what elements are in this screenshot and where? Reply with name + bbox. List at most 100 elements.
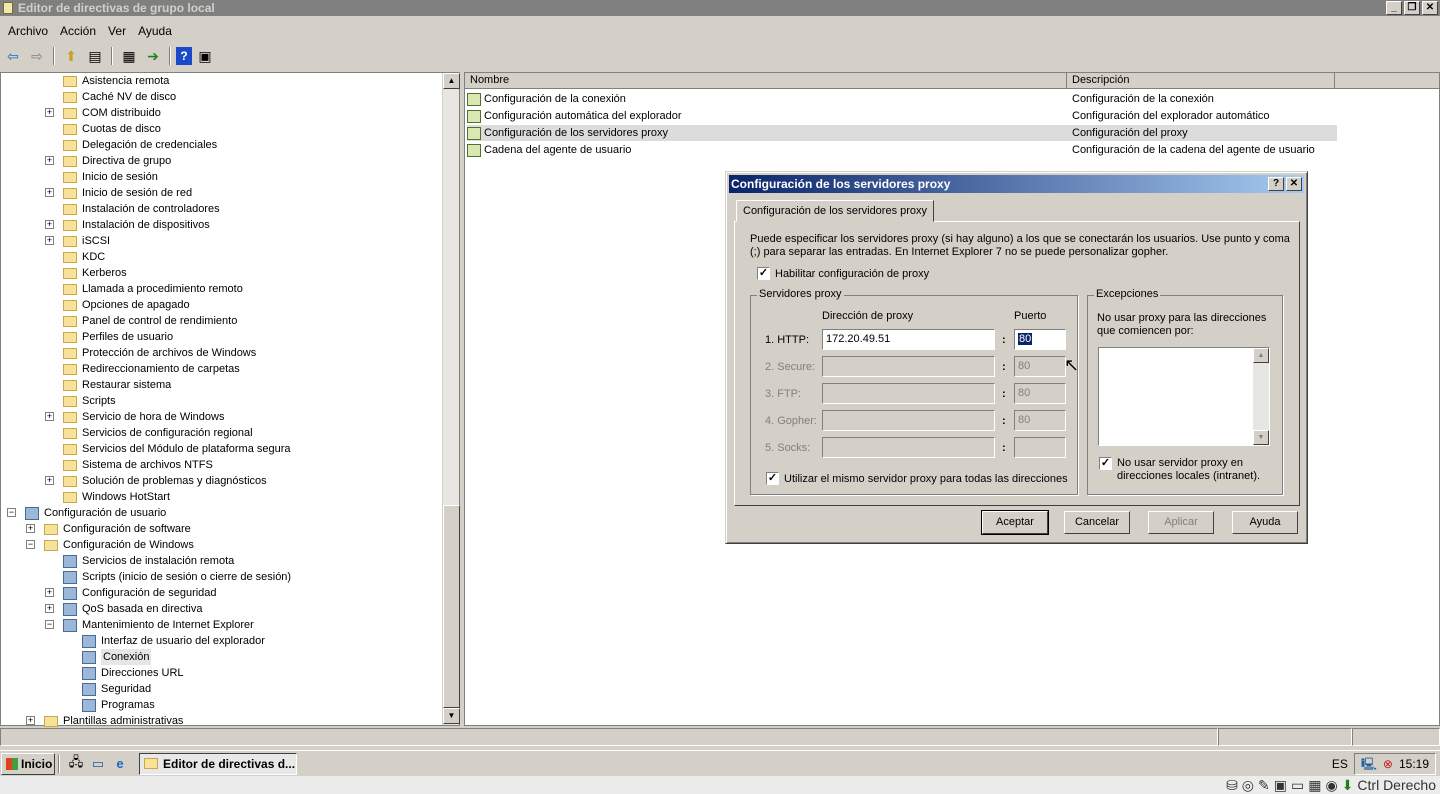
connection-error-tray-icon[interactable]: ⊗	[1383, 754, 1393, 774]
expand-icon[interactable]: +	[45, 476, 54, 485]
show-hide-tree-icon[interactable]: ▤	[84, 46, 106, 66]
collapse-icon[interactable]: −	[7, 508, 16, 517]
network-tray-icon[interactable]: 🖳	[1361, 754, 1377, 774]
proxy-port-field[interactable]: 80	[1014, 356, 1066, 377]
proxy-address-field[interactable]	[822, 410, 995, 431]
tree-item[interactable]: Inicio de sesión de red	[63, 185, 192, 201]
expand-icon[interactable]: +	[45, 412, 54, 421]
expand-icon[interactable]: +	[45, 156, 54, 165]
menu-ayuda[interactable]: Ayuda	[132, 24, 178, 38]
tab-proxy-settings[interactable]: Configuración de los servidores proxy	[736, 200, 935, 222]
start-button[interactable]: Inicio	[1, 752, 55, 775]
tree-item[interactable]: Servicios de configuración regional	[63, 425, 253, 441]
tree-item[interactable]: Servicios de instalación remota	[63, 553, 234, 569]
tree-item[interactable]: Configuración de Windows	[44, 537, 194, 553]
tree-item[interactable]: Scripts	[63, 393, 116, 409]
tree-scrollbar[interactable]: ▲ ▼	[442, 73, 460, 725]
expand-icon[interactable]: +	[45, 604, 54, 613]
network-icon[interactable]: ▦	[1308, 777, 1321, 794]
cancel-button[interactable]: Cancelar	[1064, 511, 1130, 534]
tree-item[interactable]: Instalación de controladores	[63, 201, 220, 217]
scroll-down-arrow[interactable]: ▼	[443, 708, 460, 724]
hdd-icon[interactable]: ⛁	[1226, 777, 1238, 794]
tree-item[interactable]: COM distribuido	[63, 105, 161, 121]
back-arrow-icon[interactable]: ⇦	[2, 46, 24, 66]
tree-item[interactable]: Inicio de sesión	[63, 169, 158, 185]
tree-item[interactable]: Servicios del Módulo de plataforma segur…	[63, 441, 291, 457]
list-row[interactable]: Configuración automática del explorador C…	[467, 108, 1337, 124]
tree-item[interactable]: Seguridad	[82, 681, 151, 697]
proxy-port-field[interactable]: 80	[1014, 383, 1066, 404]
tree-item[interactable]: Directiva de grupo	[63, 153, 171, 169]
list-row[interactable]: Cadena del agente de usuario Configuració…	[467, 142, 1337, 158]
proxy-address-field[interactable]	[822, 356, 995, 377]
tree-item[interactable]: Sistema de archivos NTFS	[63, 457, 213, 473]
tree-item[interactable]: Windows HotStart	[63, 489, 170, 505]
tree-item[interactable]: Configuración de software	[44, 521, 191, 537]
tree-item[interactable]: Mantenimiento de Internet Explorer	[63, 617, 254, 633]
tree-item[interactable]: KDC	[63, 249, 105, 265]
forward-arrow-icon[interactable]: ⇨	[26, 46, 48, 66]
proxy-address-field[interactable]	[822, 437, 995, 458]
exceptions-scroll-up[interactable]: ▲	[1253, 348, 1269, 363]
expand-icon[interactable]: +	[45, 108, 54, 117]
minimize-button[interactable]: _	[1386, 1, 1402, 15]
menu-ver[interactable]: Ver	[102, 24, 132, 38]
apply-button[interactable]: Aplicar	[1148, 511, 1214, 534]
collapse-icon[interactable]: −	[45, 620, 54, 629]
shared-folder-icon[interactable]: ▣	[1274, 777, 1287, 794]
tree-item[interactable]: Llamada a procedimiento remoto	[63, 281, 243, 297]
tree-item[interactable]: Conexión	[82, 649, 152, 665]
tree-item[interactable]: QoS basada en directiva	[63, 601, 202, 617]
column-header-description[interactable]: Descripción	[1067, 73, 1335, 89]
help-icon[interactable]: ?	[176, 47, 192, 65]
menu-archivo[interactable]: Archivo	[2, 24, 54, 38]
collapse-icon[interactable]: −	[26, 540, 35, 549]
tree-item[interactable]: Direcciones URL	[82, 665, 184, 681]
tree-item[interactable]: Restaurar sistema	[63, 377, 171, 393]
language-indicator[interactable]: ES	[1332, 757, 1348, 771]
dialog-close-button[interactable]: ✕	[1286, 177, 1302, 191]
close-button[interactable]: ✕	[1422, 1, 1438, 15]
menu-accion[interactable]: Acción	[54, 24, 102, 38]
tree-item[interactable]: Configuración de usuario	[25, 505, 166, 521]
properties-icon[interactable]: ▦	[118, 46, 140, 66]
tree-item[interactable]: Kerberos	[63, 265, 127, 281]
expand-icon[interactable]: +	[45, 236, 54, 245]
exceptions-scrollbar[interactable]: ▲ ▼	[1253, 348, 1269, 445]
expand-icon[interactable]: +	[45, 220, 54, 229]
expand-icon[interactable]: +	[26, 524, 35, 533]
tree-item[interactable]: Perfiles de usuario	[63, 329, 173, 345]
enable-proxy-checkbox[interactable]: ✓	[757, 267, 770, 280]
export-list-icon[interactable]: ➔	[142, 46, 164, 66]
same-proxy-checkbox[interactable]: ✓	[766, 472, 779, 485]
exceptions-textarea[interactable]: ▲ ▼	[1098, 347, 1270, 446]
column-header-name[interactable]: Nombre	[465, 73, 1067, 89]
expand-icon[interactable]: +	[45, 188, 54, 197]
proxy-port-field[interactable]: 80	[1014, 410, 1066, 431]
list-row[interactable]: Configuración de los servidores proxy Con…	[467, 125, 1337, 141]
tree-item[interactable]: Cuotas de disco	[63, 121, 161, 137]
server-manager-icon[interactable]: 🖧	[67, 754, 85, 773]
tree-item[interactable]: Caché NV de disco	[63, 89, 176, 105]
ok-button[interactable]: Aceptar	[981, 510, 1049, 535]
tree-item[interactable]: Instalación de dispositivos	[63, 217, 210, 233]
dialog-help-button[interactable]: ?	[1268, 177, 1284, 191]
tree-item[interactable]: Plantillas administrativas	[44, 713, 183, 729]
list-row[interactable]: Configuración de la conexión Configuració…	[467, 91, 1337, 107]
tree-item[interactable]: Programas	[82, 697, 155, 713]
tree-item[interactable]: iSCSI	[63, 233, 110, 249]
record-icon[interactable]: ◉	[1325, 777, 1337, 794]
tree-item[interactable]: Solución de problemas y diagnósticos	[63, 473, 267, 489]
tree-pane[interactable]: Asistencia remota Caché NV de disco + COM d…	[0, 72, 460, 729]
optical-drive-icon[interactable]: ◎	[1242, 777, 1254, 794]
expand-icon[interactable]: +	[26, 716, 35, 725]
display-icon[interactable]: ▭	[1291, 777, 1304, 794]
tree-item[interactable]: Redireccionamiento de carpetas	[63, 361, 240, 377]
tree-item[interactable]: Delegación de credenciales	[63, 137, 217, 153]
tree-item[interactable]: Servicio de hora de Windows	[63, 409, 224, 425]
tree-item[interactable]: Opciones de apagado	[63, 297, 190, 313]
scroll-thumb[interactable]	[443, 505, 460, 708]
clock[interactable]: 15:19	[1399, 754, 1429, 774]
tree-item[interactable]: Asistencia remota	[63, 73, 169, 89]
